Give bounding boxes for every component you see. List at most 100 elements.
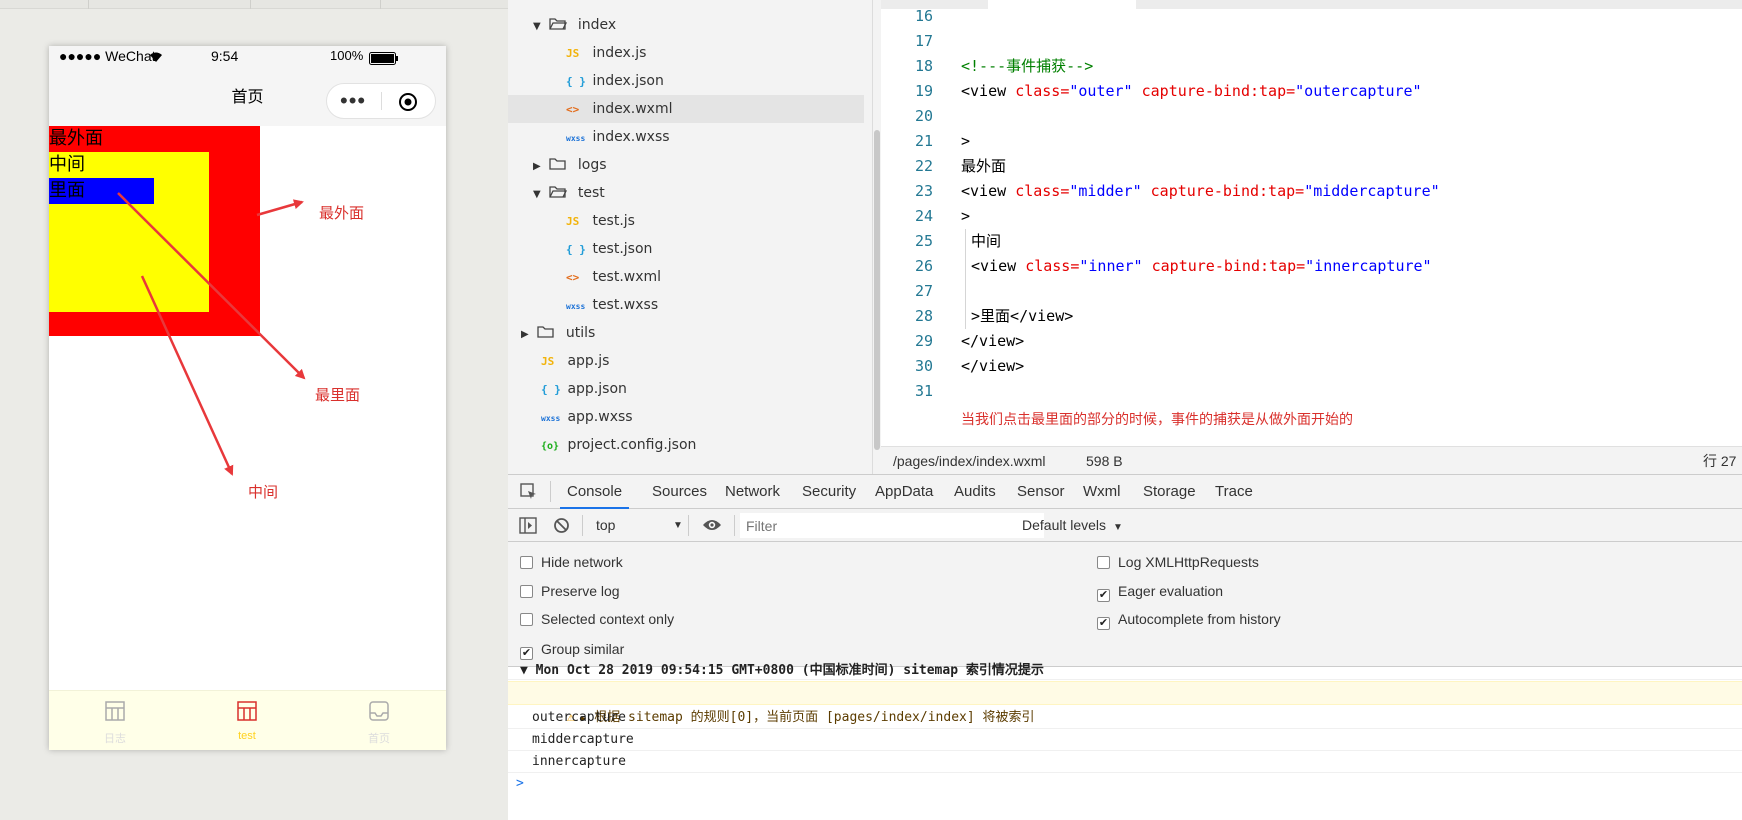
tree-file-test-js[interactable]: JS test.js [508,207,864,235]
inspect-element-icon[interactable] [520,483,538,504]
wxss-file-icon: wxss [566,134,586,143]
folder-icon [549,153,573,181]
context-value: top [596,517,616,533]
console-toolbar: top ▼ Default levels ▼ [508,509,1742,542]
tab-console[interactable]: Console [560,475,630,509]
toolbar-divider [582,515,583,536]
tree-file-test-wxss[interactable]: wxss test.wxss [508,291,864,319]
option-log-xhr[interactable]: Log XMLHttpRequests [1097,552,1259,572]
tab-sources[interactable]: Sources [652,475,707,509]
tree-file-index-json[interactable]: { } index.json [508,67,864,95]
code-line: 31 [914,382,933,400]
sidebar-toggle-icon[interactable] [519,517,537,537]
json-file-icon: { } [566,75,586,88]
tree-item-label: index.wxss [592,129,670,145]
tab-audits[interactable]: Audits [954,475,996,509]
tree-folder-logs[interactable]: ▶ logs [508,151,864,179]
tree-file-index-js[interactable]: JS index.js [508,39,864,67]
editor-tab-active[interactable] [988,0,1136,9]
editor-tab-strip [881,0,1742,9]
checkbox[interactable] [520,556,533,569]
console-prompt[interactable]: > [508,773,1742,795]
clear-console-icon[interactable] [553,517,570,537]
tab-wxml[interactable]: Wxml [1083,475,1121,509]
editor-status-bar: /pages/index/index.wxml 598 B 行 27 [881,446,1742,474]
tree-file-app-json[interactable]: { } app.json [508,375,864,403]
option-selected-context[interactable]: Selected context only [520,609,674,629]
tree-folder-test[interactable]: ▼ test [508,179,864,207]
js-file-icon: JS [541,355,555,368]
folder-open-icon [549,13,573,41]
tree-file-test-json[interactable]: { } test.json [508,235,864,263]
tab-storage[interactable]: Storage [1143,475,1196,509]
console-filter-input[interactable] [740,513,1044,538]
code-line: 23 <view class="midder" capture-bind:tap=… [914,182,1440,200]
toolbar-divider [550,481,551,502]
console-output[interactable]: ▼ Mon Oct 28 2019 09:54:15 GMT+0800 (中国标… [508,663,1742,820]
tab-sensor[interactable]: Sensor [1017,475,1065,509]
checkbox-checked[interactable]: ✔ [520,647,533,660]
eye-icon[interactable] [702,517,722,536]
simulator-panel: ●●●●● WeChat 9:54 100% 首页 ••• 最外面 中间 里面 … [0,0,508,820]
tree-item-label: logs [577,157,607,173]
tab-security[interactable]: Security [802,475,856,509]
code-line: 19 <view class="outer" capture-bind:tap="… [914,82,1422,100]
folder-icon [537,321,561,349]
tree-item-label: index.json [592,73,664,89]
code-comment: <!---事件捕获--> [961,57,1094,75]
annotation-innermost: 最里面 [315,386,361,404]
log-entry: middercapture [508,729,1742,751]
code-line: 26 <view class="inner" capture-bind:tap="… [881,254,1432,279]
checkbox-checked[interactable]: ✔ [1097,617,1110,630]
option-eager-evaluation[interactable]: ✔ Eager evaluation [1097,581,1223,602]
code-line: 24 > [914,207,971,225]
log-warning-row[interactable]: ⚠ ▶ 根据 sitemap 的规则[0]，当前页面 [pages/index/in… [508,681,1742,725]
tree-item-label: index [577,17,617,33]
tab-appdata[interactable]: AppData [875,475,933,509]
tree-file-app-wxss[interactable]: wxss app.wxss [508,403,864,431]
tab-trace[interactable]: Trace [1215,475,1253,509]
code-line: 20 [914,107,933,125]
log-levels-dropdown[interactable]: Default levels ▼ [1022,509,1123,542]
code-editor[interactable]: 16 17 18 <!---事件捕获--> 19 <view class="oute… [881,0,1742,446]
option-group-similar[interactable]: ✔ Group similar [520,639,624,660]
tree-file-index-wxss[interactable]: wxss index.wxss [508,123,864,151]
wxml-file-icon: <> [566,103,580,116]
option-hide-network[interactable]: Hide network [520,552,623,572]
tree-folder-utils[interactable]: ▶ utils [508,319,864,347]
tree-file-index-wxml[interactable]: <> index.wxml [508,95,864,123]
code-line: 27 [881,279,966,304]
option-preserve-log[interactable]: Preserve log [520,581,620,601]
code-line: 21 > [914,132,971,150]
checkbox[interactable] [1097,556,1110,569]
prompt-chevron: > [516,776,524,791]
caret-down-icon: ▼ [533,21,541,32]
code-line: 25 中间 [881,229,1001,254]
scrollbar-thumb[interactable] [874,130,880,450]
checkbox[interactable] [520,613,533,626]
log-group-header[interactable]: ▼ Mon Oct 28 2019 09:54:15 GMT+0800 (中国标… [508,662,1742,680]
tree-file-test-wxml[interactable]: <> test.wxml [508,263,864,291]
caret-right-icon: ▶ [521,329,529,340]
tree-item-label: index.wxml [592,101,673,117]
console-settings: Hide network Preserve log Selected conte… [508,542,1742,667]
checkbox-checked[interactable]: ✔ [1097,589,1110,602]
option-autocomplete[interactable]: ✔ Autocomplete from history [1097,609,1281,630]
caret-down-icon: ▼ [533,189,541,200]
tree-item-label: test.wxss [592,297,659,313]
log-levels-label: Default levels [1022,517,1107,533]
tree-item-label: project.config.json [567,437,697,453]
tree-file-app-js[interactable]: JS app.js [508,347,864,375]
wxss-file-icon: wxss [566,302,586,311]
js-file-icon: JS [566,47,580,60]
file-tree-scrollbar[interactable] [873,0,881,474]
code-line: 17 [914,32,933,50]
tree-file-project-config[interactable]: {o} project.config.json [508,431,864,459]
code-line: 29 </view> [914,332,1025,350]
code-line: 18 <!---事件捕获--> [914,57,1094,75]
explanation-note: 当我们点击最里面的部分的时候，事件的捕获是从做外面开始的 [961,412,1353,428]
tree-folder-index[interactable]: ▼ index [508,11,864,39]
checkbox[interactable] [520,585,533,598]
tab-network[interactable]: Network [725,475,780,509]
tree-item-label: test.wxml [592,269,662,285]
